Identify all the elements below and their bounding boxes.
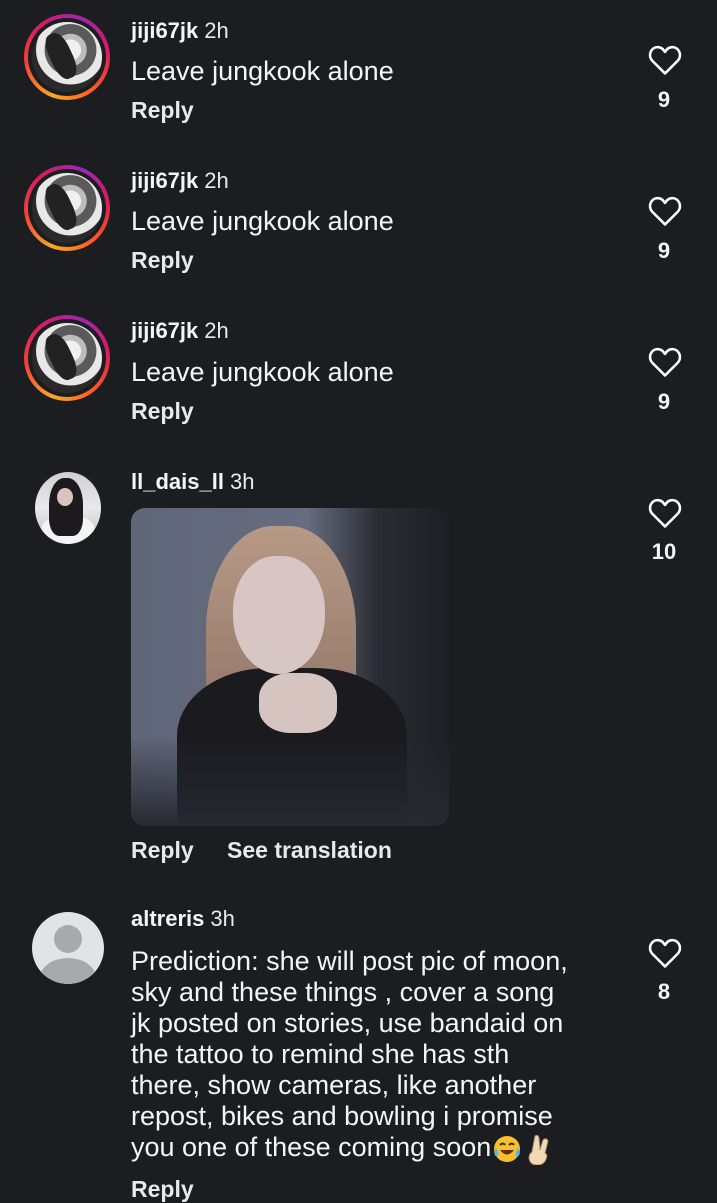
comment-line: you one of these coming soon: [131, 1132, 492, 1162]
avatar[interactable]: [24, 315, 110, 401]
heart-icon[interactable]: [648, 44, 682, 76]
timestamp: 3h: [210, 906, 235, 931]
avatar[interactable]: [32, 912, 104, 984]
avatar-photo: [32, 323, 102, 393]
like-count: 9: [657, 389, 671, 414]
comment-meta: ll_dais_ll 3h: [131, 469, 254, 495]
like-count: 10: [651, 539, 677, 564]
heart-icon[interactable]: [648, 937, 682, 969]
username[interactable]: jiji67jk: [131, 168, 198, 193]
reply-button[interactable]: Reply: [131, 247, 194, 274]
crossed-fingers-icon: [528, 1134, 549, 1165]
comment-text: Leave jungkook alone: [131, 56, 394, 86]
avatar-photo: [32, 173, 102, 243]
username[interactable]: altreris: [131, 906, 204, 931]
heart-icon[interactable]: [648, 346, 682, 378]
comment-meta: altreris 3h: [131, 906, 235, 932]
timestamp: 2h: [204, 18, 229, 43]
reply-button[interactable]: Reply: [131, 398, 194, 425]
like-count: 9: [657, 238, 671, 263]
comment-line-last: you one of these coming soon: [131, 1132, 568, 1165]
comment-line: there, show cameras, like another: [131, 1070, 537, 1100]
heart-icon[interactable]: [648, 497, 682, 529]
default-user-icon: [54, 925, 82, 953]
reply-button[interactable]: Reply: [131, 1176, 194, 1203]
comment-line: repost, bikes and bowling i promise: [131, 1101, 553, 1131]
comment-text: Leave jungkook alone: [131, 357, 394, 387]
comment-meta: jiji67jk 2h: [131, 168, 229, 194]
comment-meta: jiji67jk 2h: [131, 318, 229, 344]
avatar[interactable]: [35, 472, 101, 544]
comment-line: sky and these things , cover a song: [131, 977, 555, 1007]
avatar[interactable]: [24, 14, 110, 100]
comment-text: Leave jungkook alone: [131, 206, 394, 236]
comment-text: Prediction: she will post pic of moon, s…: [131, 946, 568, 1165]
see-translation-button[interactable]: See translation: [227, 837, 392, 864]
reply-button[interactable]: Reply: [131, 97, 194, 124]
username[interactable]: jiji67jk: [131, 18, 198, 43]
like-count: 9: [657, 87, 671, 112]
comment-line: jk posted on stories, use bandaid on: [131, 1008, 564, 1038]
reply-button[interactable]: Reply: [131, 837, 194, 864]
heart-icon[interactable]: [648, 195, 682, 227]
comment-meta: jiji67jk 2h: [131, 18, 229, 44]
timestamp: 3h: [229, 469, 255, 494]
avatar-photo: [32, 22, 102, 92]
like-count: 8: [657, 979, 671, 1004]
username[interactable]: jiji67jk: [131, 318, 198, 343]
avatar[interactable]: [24, 165, 110, 251]
comment-line: Prediction: she will post pic of moon,: [131, 946, 568, 976]
comment-line: the tattoo to remind she has sth: [131, 1039, 510, 1069]
timestamp: 2h: [204, 168, 229, 193]
gif-attachment[interactable]: [131, 508, 449, 826]
laughing-crying-emoji-icon: [494, 1135, 521, 1162]
timestamp: 2h: [204, 318, 229, 343]
username[interactable]: ll_dais_ll: [131, 469, 224, 494]
